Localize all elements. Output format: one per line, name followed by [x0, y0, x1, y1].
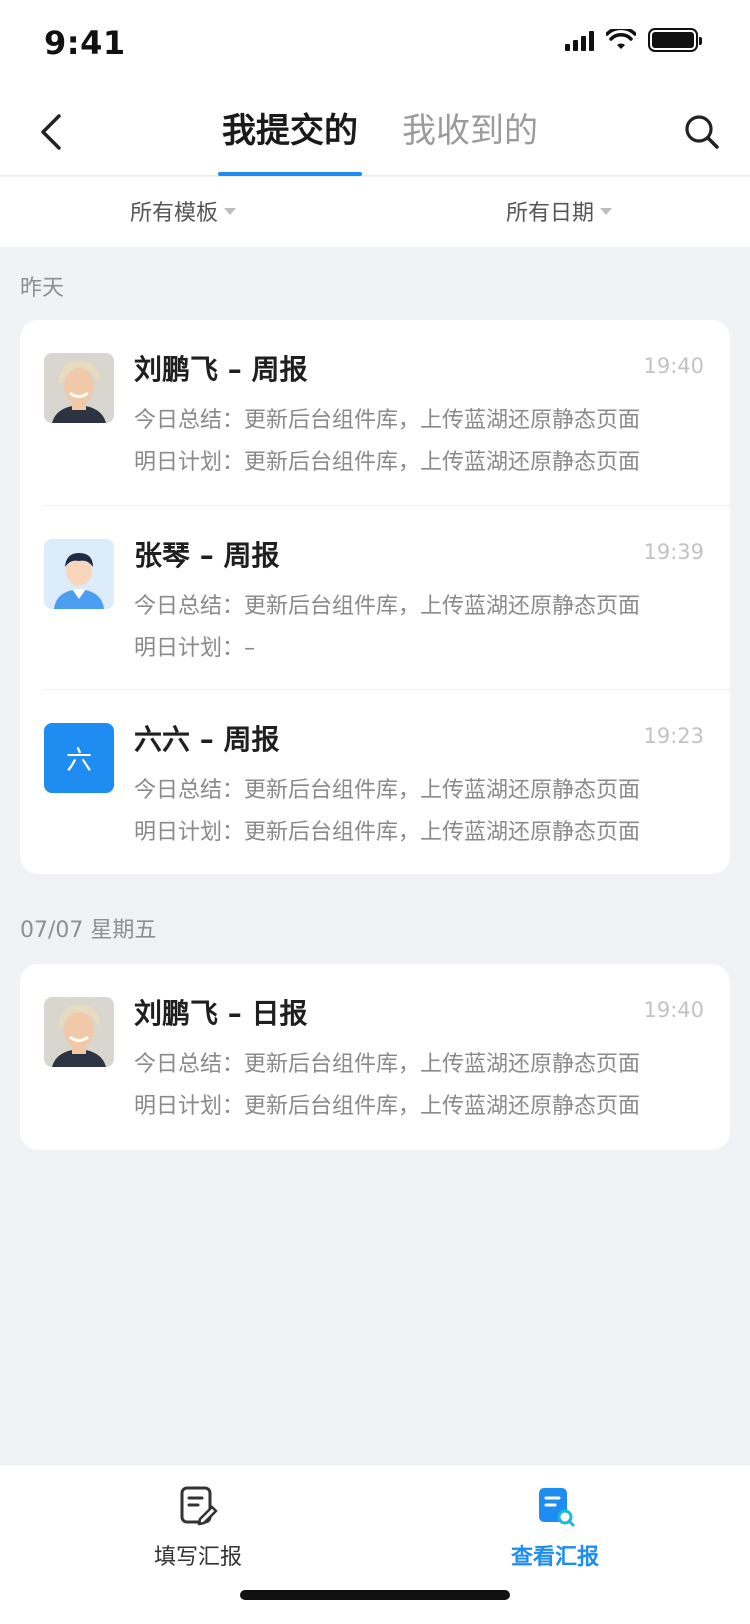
bottom-tab-bar: 填写汇报 查看汇报 — [0, 1464, 750, 1624]
tab-view-label: 查看汇报 — [510, 1545, 599, 1570]
report-item[interactable]: 张琴 – 周报 19:39 今日总结：更新后台组件库，上传蓝湖还原静态页面 明日… — [20, 506, 730, 690]
date-filter-label: 所有日期 — [506, 201, 595, 226]
photo-woman-icon — [44, 353, 114, 423]
caret-down-icon — [600, 207, 613, 215]
report-time: 19:39 — [643, 540, 704, 564]
tab-write-report[interactable]: 填写汇报 — [98, 1485, 298, 1571]
report-list-screen: 9:41 我提交的 我收到的 所有模板 所有日期 昨天 刘鹏飞 – 周报 19:… — [0, 0, 750, 1624]
report-plan: 明日计划：更新后台组件库，上传蓝湖还原静态页面 — [134, 1094, 641, 1119]
report-card: 刘鹏飞 – 日报 19:40 今日总结：更新后台组件库，上传蓝湖还原静态页面 明… — [20, 964, 730, 1150]
wifi-icon — [606, 29, 636, 49]
avatar: 六 — [44, 723, 114, 793]
report-item[interactable]: 六 六六 – 周报 19:23 今日总结：更新后台组件库，上传蓝湖还原静态页面 … — [20, 690, 730, 874]
section-label-date: 07/07 星期五 — [20, 918, 157, 943]
nav-bar: 我提交的 我收到的 — [0, 88, 750, 176]
report-time: 19:23 — [643, 724, 704, 748]
date-filter[interactable]: 所有日期 — [506, 195, 613, 227]
report-plan: 明日计划：更新后台组件库，上传蓝湖还原静态页面 — [134, 450, 641, 475]
search-icon — [685, 115, 719, 149]
active-tab-indicator — [218, 172, 362, 176]
person-icon — [44, 539, 114, 609]
status-time: 9:41 — [44, 24, 126, 62]
photo-woman-icon — [44, 997, 114, 1067]
report-plan: 明日计划：更新后台组件库，上传蓝湖还原静态页面 — [134, 820, 641, 845]
avatar — [44, 353, 114, 423]
report-summary: 今日总结：更新后台组件库，上传蓝湖还原静态页面 — [134, 1052, 641, 1077]
status-icons — [565, 28, 702, 52]
battery-icon — [648, 28, 702, 52]
template-filter-label: 所有模板 — [130, 201, 219, 226]
report-title: 张琴 – 周报 — [134, 539, 280, 572]
edit-report-icon — [180, 1486, 218, 1526]
view-report-icon — [539, 1488, 575, 1527]
report-time: 19:40 — [643, 354, 704, 378]
report-summary: 今日总结：更新后台组件库，上传蓝湖还原静态页面 — [134, 778, 641, 803]
report-time: 19:40 — [643, 998, 704, 1022]
template-filter[interactable]: 所有模板 — [130, 195, 237, 227]
report-item[interactable]: 刘鹏飞 – 周报 19:40 今日总结：更新后台组件库，上传蓝湖还原静态页面 明… — [20, 320, 730, 506]
report-item[interactable]: 刘鹏飞 – 日报 19:40 今日总结：更新后台组件库，上传蓝湖还原静态页面 明… — [20, 964, 730, 1150]
tab-view-report[interactable]: 查看汇报 — [455, 1485, 655, 1571]
tab-write-label: 填写汇报 — [153, 1545, 242, 1570]
avatar — [44, 539, 114, 609]
report-title: 刘鹏飞 – 日报 — [134, 997, 308, 1030]
report-summary: 今日总结：更新后台组件库，上传蓝湖还原静态页面 — [134, 594, 641, 619]
home-indicator — [240, 1590, 510, 1600]
tab-received[interactable]: 我收到的 — [402, 108, 538, 154]
avatar-initial: 六 — [65, 745, 92, 776]
report-title: 六六 – 周报 — [134, 723, 280, 756]
report-summary: 今日总结：更新后台组件库，上传蓝湖还原静态页面 — [134, 408, 641, 433]
caret-down-icon — [224, 207, 237, 215]
signal-icon — [565, 29, 594, 51]
report-title: 刘鹏飞 – 周报 — [134, 353, 308, 386]
status-bar: 9:41 — [0, 0, 750, 88]
report-card: 刘鹏飞 – 周报 19:40 今日总结：更新后台组件库，上传蓝湖还原静态页面 明… — [20, 320, 730, 874]
avatar — [44, 997, 114, 1067]
filter-bar: 所有模板 所有日期 — [0, 177, 750, 247]
chevron-left-icon — [41, 114, 61, 150]
search-button[interactable] — [676, 106, 728, 158]
section-label-yesterday: 昨天 — [20, 276, 65, 301]
report-plan: 明日计划：– — [134, 636, 256, 661]
back-button[interactable] — [26, 106, 78, 158]
tab-submitted[interactable]: 我提交的 — [222, 108, 358, 154]
